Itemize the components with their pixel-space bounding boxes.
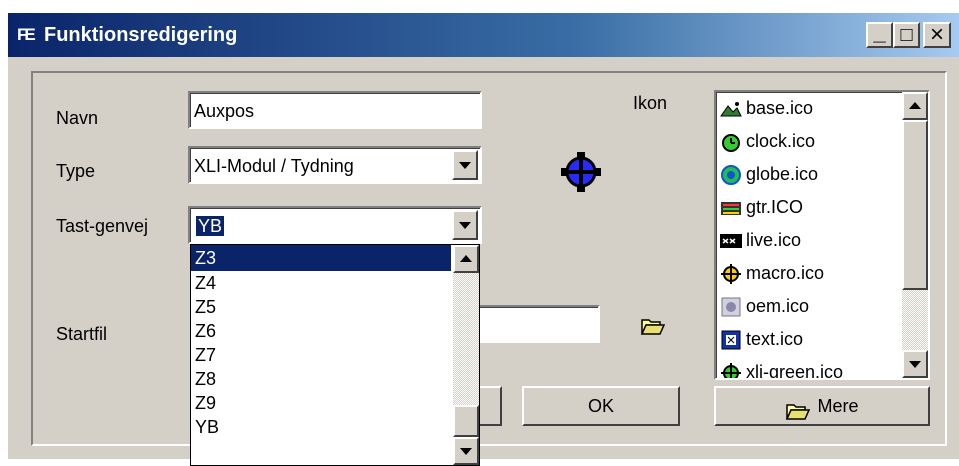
list-item[interactable]: macro.ico [720,257,824,290]
chevron-up-icon [909,102,921,109]
dropdown-option[interactable]: Z9 [195,391,216,415]
window-title: Funktionsredigering [44,24,238,46]
dropdown-option[interactable]: YB [195,415,219,439]
title-bar[interactable]: FE Funktionsredigering _ □ × [8,13,959,57]
list-item[interactable]: xli-green.ico [720,356,843,378]
shortcut-dropdown-button[interactable] [452,210,478,240]
maximize-button[interactable]: □ [893,22,920,48]
folder-open-icon [785,397,811,420]
icon-label: Ikon [633,93,668,113]
dialog-window: FE Funktionsredigering _ □ × Navn Type T… [8,13,959,466]
folder-open-icon[interactable] [640,316,666,336]
live-icon [720,230,742,252]
shortcut-dropdown-list[interactable]: Z3 Z4 Z5 Z6 Z7 Z8 Z9 YB [190,244,480,466]
name-field[interactable]: Auxpos [188,91,482,129]
list-item[interactable]: live.ico [720,224,801,257]
base-icon [720,98,742,120]
more-button[interactable]: Mere [714,386,930,426]
dropdown-option[interactable]: Z3 [191,245,451,271]
maximize-icon: □ [900,24,913,46]
macro-icon [720,263,742,285]
clock-icon [720,131,742,153]
list-item[interactable]: clock.ico [720,125,815,158]
type-dropdown-button[interactable] [452,150,478,180]
list-item[interactable]: text.ico [720,323,803,356]
globe-icon [720,164,742,186]
scroll-thumb[interactable] [902,120,928,290]
app-icon: FE [17,25,36,44]
dropdown-option[interactable]: Z6 [195,319,216,343]
chevron-down-icon [460,448,472,455]
dropdown-option[interactable]: Z5 [195,295,216,319]
scroll-up-button[interactable] [453,245,479,273]
scroll-down-button[interactable] [453,437,479,465]
chevron-down-icon [459,222,471,229]
type-select[interactable]: XLI-Modul / Tydning [188,146,482,184]
scroll-thumb[interactable] [453,405,479,437]
chevron-down-icon [459,162,471,169]
shortcut-select[interactable]: YB [188,206,482,244]
oem-icon [720,296,742,318]
ok-button[interactable]: OK [522,386,680,426]
list-item[interactable]: gtr.ICO [720,191,803,224]
minimize-icon: _ [873,20,886,45]
name-value: Auxpos [194,101,255,121]
list-item[interactable]: oem.ico [720,290,809,323]
chevron-down-icon [909,361,921,368]
minimize-button[interactable]: _ [866,22,893,48]
more-button-label: Mere [817,396,859,416]
close-icon: × [929,21,944,48]
type-label: Type [56,161,96,181]
text-icon [720,329,742,351]
list-item[interactable]: globe.ico [720,158,818,191]
selected-icon-preview [559,150,603,194]
dropdown-option[interactable]: Z7 [195,343,216,367]
gtr-icon [720,197,742,219]
scroll-up-button[interactable] [902,92,928,120]
scroll-down-button[interactable] [902,350,928,378]
startfile-label: Startfil [56,324,108,344]
shortcut-label: Tast-genvej [56,216,149,236]
close-button[interactable]: × [923,22,951,48]
chevron-up-icon [460,255,472,262]
name-label: Navn [56,108,99,128]
dropdown-option[interactable]: Z8 [195,367,216,391]
type-value: XLI-Modul / Tydning [194,156,354,176]
xli-green-icon [720,362,742,378]
list-item[interactable]: base.ico [720,92,813,125]
shortcut-value: YB [196,216,225,236]
dropdown-option[interactable]: Z4 [195,271,216,295]
icon-list[interactable]: base.ico clock.ico globe.ico gtr.ICO liv… [714,90,930,380]
